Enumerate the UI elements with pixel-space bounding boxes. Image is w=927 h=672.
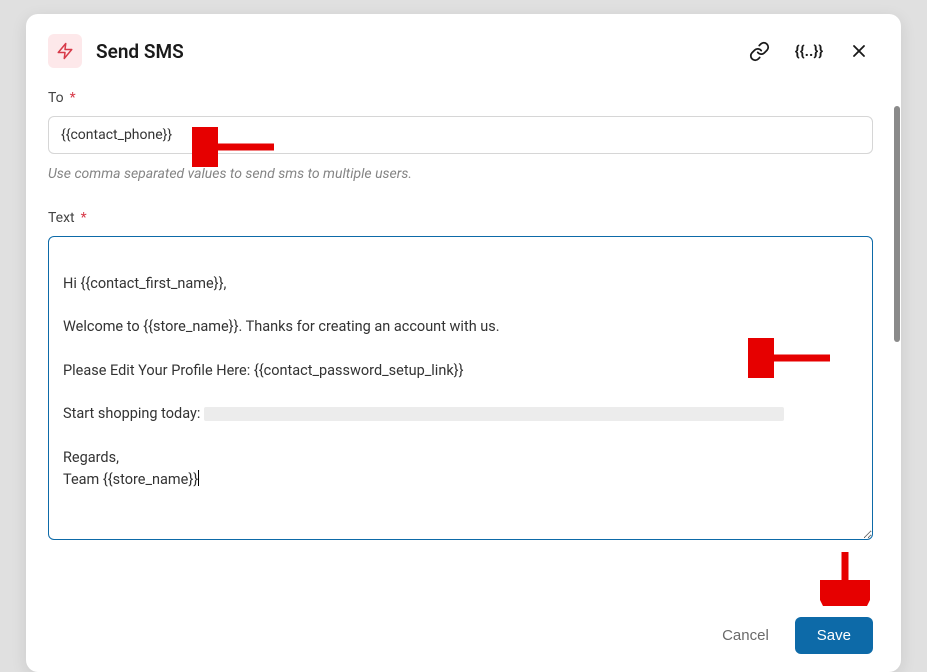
to-label-text: To: [48, 90, 64, 106]
modal-body: To * Use comma separated values to send s…: [26, 82, 901, 599]
text-line: Team {{store_name}}: [63, 471, 199, 488]
to-label: To *: [48, 90, 873, 106]
link-icon[interactable]: [745, 37, 773, 65]
cancel-button[interactable]: Cancel: [716, 619, 775, 652]
text-line: Start shopping today:: [63, 405, 200, 422]
text-input[interactable]: Hi {{contact_first_name}}, Welcome to {{…: [48, 236, 873, 540]
to-hint: Use comma separated values to send sms t…: [48, 166, 873, 182]
text-line: Welcome to {{store_name}}. Thanks for cr…: [63, 318, 500, 335]
text-label: Text *: [48, 210, 873, 226]
bolt-icon: [48, 34, 82, 68]
close-icon[interactable]: [845, 37, 873, 65]
text-line: Please Edit Your Profile Here: {{contact…: [63, 362, 464, 379]
text-label-text: Text: [48, 210, 75, 226]
required-indicator: *: [70, 90, 76, 106]
text-line: Hi {{contact_first_name}},: [63, 275, 226, 292]
required-indicator: *: [81, 210, 87, 226]
text-line: Regards,: [63, 449, 119, 466]
save-button[interactable]: Save: [795, 617, 873, 654]
to-input[interactable]: [48, 116, 873, 154]
modal-header: Send SMS {{..}}: [26, 14, 901, 82]
redacted-content: [204, 407, 784, 421]
variables-icon[interactable]: {{..}}: [795, 37, 823, 65]
modal-title: Send SMS: [96, 40, 745, 63]
send-sms-modal: Send SMS {{..}} To * Use comma separated …: [26, 14, 901, 672]
header-actions: {{..}}: [745, 37, 873, 65]
modal-footer: Cancel Save: [26, 599, 901, 672]
